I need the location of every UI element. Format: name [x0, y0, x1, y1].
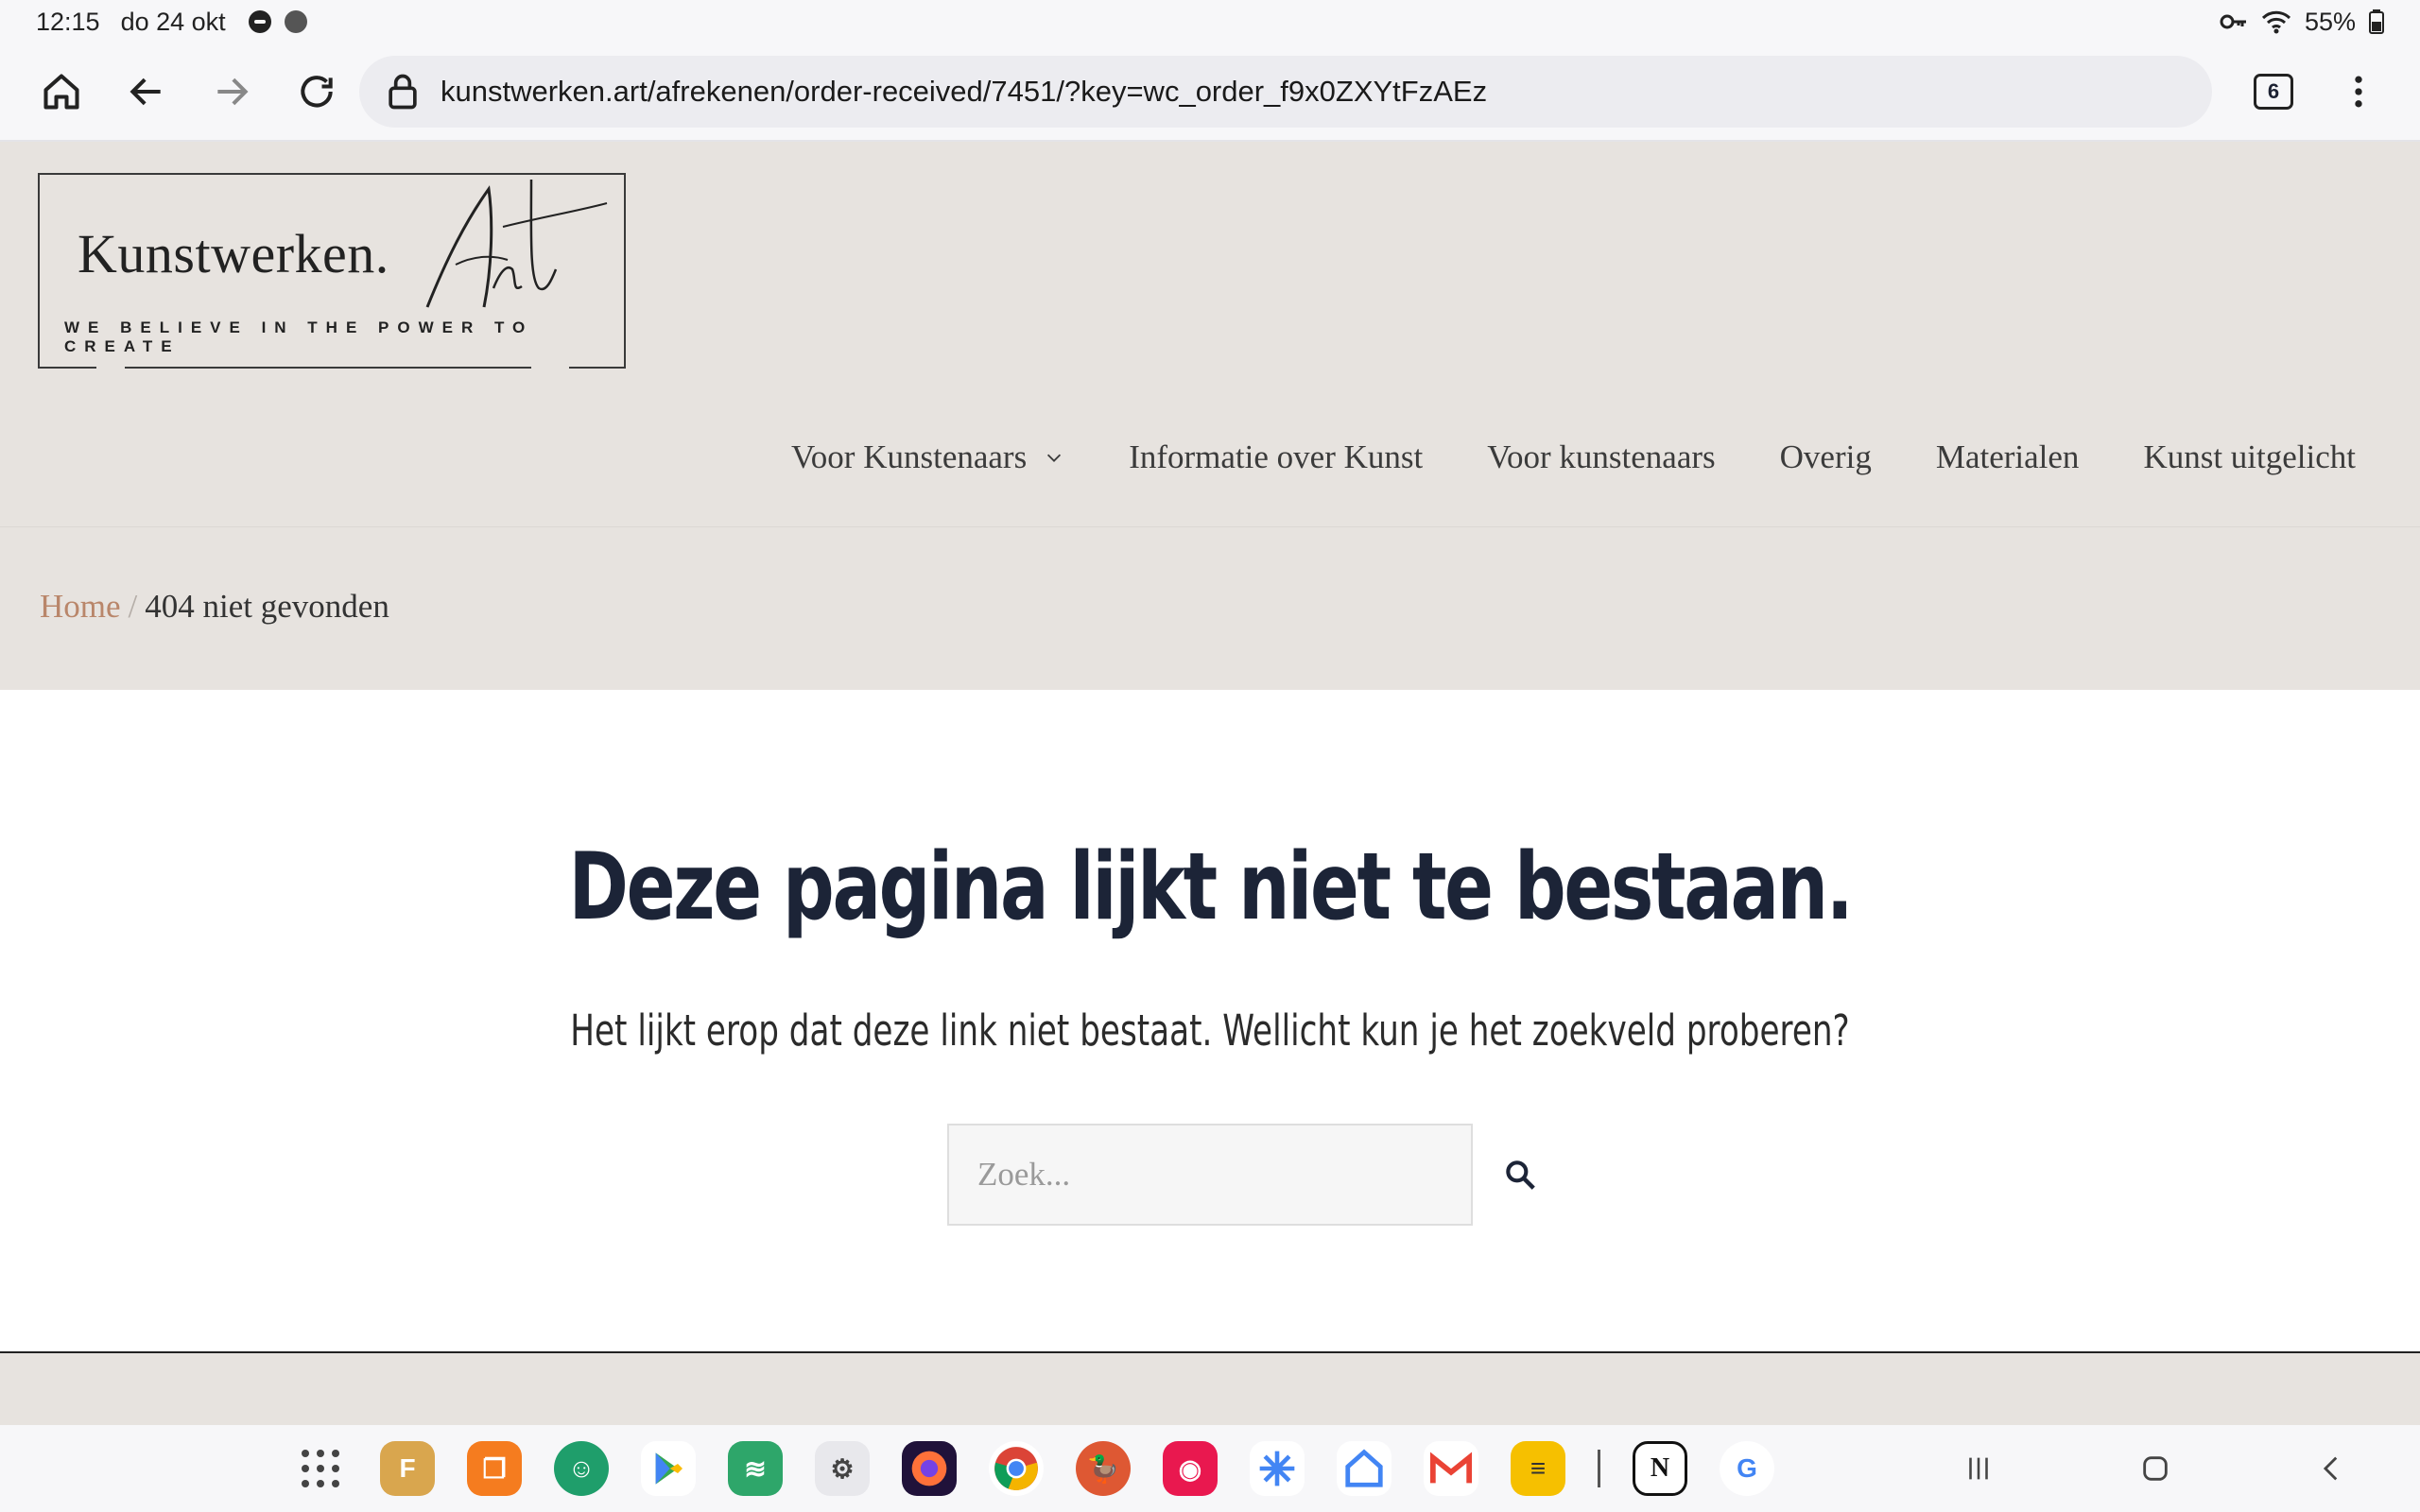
- battery-icon: [2369, 9, 2384, 34]
- browser-toolbar: kunstwerken.art/afrekenen/order-received…: [0, 43, 2420, 142]
- logo-frame-gap: [531, 365, 569, 369]
- arrow-left-icon: [130, 77, 161, 106]
- wifi-icon: [2261, 10, 2291, 34]
- error-message: Het lijkt erop dat deze link niet bestaa…: [570, 1005, 1850, 1056]
- back-button[interactable]: [104, 49, 189, 134]
- site-footer: [0, 1353, 2420, 1425]
- battery-percent: 55%: [2304, 7, 2356, 36]
- breadcrumb-bar: Home/404 niet gevonden: [0, 527, 2420, 690]
- reload-button[interactable]: [274, 49, 359, 134]
- nav-item-kunst-uitgelicht[interactable]: Kunst uitgelicht: [2143, 438, 2356, 476]
- breadcrumb-current: 404 niet gevonden: [145, 588, 389, 625]
- search-button[interactable]: [1473, 1124, 1567, 1226]
- nav-item-label: Overig: [1779, 438, 1872, 475]
- lock-icon: [389, 74, 417, 110]
- taskbar-divider: [1598, 1450, 1600, 1487]
- forward-button[interactable]: [189, 49, 274, 134]
- logo-main-text: Kunstwerken.: [78, 223, 389, 284]
- reload-icon: [301, 76, 333, 108]
- firefox-icon[interactable]: [902, 1441, 957, 1496]
- breadcrumb-separator: /: [128, 588, 138, 625]
- search-form: [947, 1124, 1567, 1226]
- chevron-left-icon: [2323, 1456, 2337, 1481]
- site-logo[interactable]: Kunstwerken. WE BELIEVE IN THE POWER TO …: [38, 173, 626, 369]
- gmail-icon[interactable]: [1424, 1441, 1478, 1496]
- logo-frame-gap: [96, 365, 125, 369]
- nav-item-informatie-over-kunst[interactable]: Informatie over Kunst: [1129, 438, 1423, 476]
- tabs-button[interactable]: 6: [2231, 49, 2316, 134]
- menu-button[interactable]: [2316, 49, 2401, 134]
- url-text: kunstwerken.art/afrekenen/order-received…: [441, 75, 1488, 108]
- logo-script-art: [425, 179, 608, 308]
- camera-app-icon[interactable]: ◉: [1163, 1441, 1218, 1496]
- logo-tagline: WE BELIEVE IN THE POWER TO CREATE: [64, 318, 534, 355]
- system-home-button[interactable]: [2127, 1440, 2184, 1497]
- contacts-app-icon[interactable]: ☺: [554, 1441, 609, 1496]
- breadcrumb: Home/404 niet gevonden: [40, 588, 389, 626]
- search-icon: [1506, 1160, 1535, 1190]
- status-bar: 12:15 do 24 okt 55%: [0, 0, 2420, 43]
- chrome-icon[interactable]: [989, 1441, 1044, 1496]
- app-drawer-icon[interactable]: [293, 1441, 348, 1496]
- home-button[interactable]: [19, 49, 104, 134]
- sparkle-app-icon[interactable]: [1250, 1441, 1305, 1496]
- arrow-right-icon: [217, 77, 249, 106]
- chevron-down-icon: [1047, 454, 1062, 462]
- notification-icon: [284, 10, 307, 33]
- page-title: Deze pagina lijkt niet te bestaan.: [568, 833, 1854, 941]
- nav-item-voor-kunstenaars-dropdown[interactable]: Voor Kunstenaars: [791, 438, 1064, 476]
- duckduckgo-icon[interactable]: 🦆: [1076, 1441, 1131, 1496]
- nav-item-label: Voor Kunstenaars: [791, 438, 1028, 475]
- nav-item-label: Materialen: [1935, 438, 2080, 475]
- multi-window-app-icon[interactable]: ❐: [467, 1441, 522, 1496]
- main-navigation: Voor Kunstenaars Informatie over Kunst V…: [791, 438, 2356, 476]
- nav-item-label: Voor kunstenaars: [1487, 438, 1716, 475]
- nav-item-label: Informatie over Kunst: [1129, 438, 1424, 475]
- system-navigation: [1758, 1425, 2420, 1512]
- files-app-icon[interactable]: F: [380, 1441, 435, 1496]
- nav-item-voor-kunstenaars[interactable]: Voor kunstenaars: [1487, 438, 1715, 476]
- toolbox-app-icon[interactable]: ⚙: [815, 1441, 870, 1496]
- search-input[interactable]: [947, 1124, 1473, 1226]
- more-vert-icon: [2355, 76, 2362, 108]
- recents-button[interactable]: [1950, 1440, 2007, 1497]
- nav-item-overig[interactable]: Overig: [1780, 438, 1872, 476]
- google-home-icon[interactable]: [1337, 1441, 1392, 1496]
- nav-item-materialen[interactable]: Materialen: [1936, 438, 2080, 476]
- tab-count: 6: [2254, 74, 2293, 110]
- bank-app-icon[interactable]: ≋: [728, 1441, 783, 1496]
- home-square-icon: [2143, 1456, 2168, 1481]
- notes-app-icon[interactable]: ≡: [1511, 1441, 1565, 1496]
- address-bar[interactable]: kunstwerken.art/afrekenen/order-received…: [359, 56, 2212, 128]
- taskbar-apps: F ❐ ☺ ≋ ⚙ 🦆 ◉ ≡ N G: [293, 1425, 1774, 1512]
- dnd-icon: [248, 10, 271, 33]
- system-back-button[interactable]: [2304, 1440, 2360, 1497]
- home-icon: [43, 74, 79, 110]
- site-header: Kunstwerken. WE BELIEVE IN THE POWER TO …: [0, 142, 2420, 527]
- recents-icon: [1969, 1457, 1989, 1480]
- key-icon: [2220, 14, 2246, 29]
- breadcrumb-home-link[interactable]: Home: [40, 588, 121, 625]
- main-content: Deze pagina lijkt niet te bestaan. Het l…: [0, 690, 2420, 1351]
- notion-icon[interactable]: N: [1633, 1441, 1687, 1496]
- play-store-icon[interactable]: [641, 1441, 696, 1496]
- nav-item-label: Kunst uitgelicht: [2143, 438, 2356, 475]
- taskbar: F ❐ ☺ ≋ ⚙ 🦆 ◉ ≡ N G: [0, 1425, 2420, 1512]
- status-date: do 24 okt: [120, 7, 226, 36]
- status-time: 12:15: [36, 7, 100, 36]
